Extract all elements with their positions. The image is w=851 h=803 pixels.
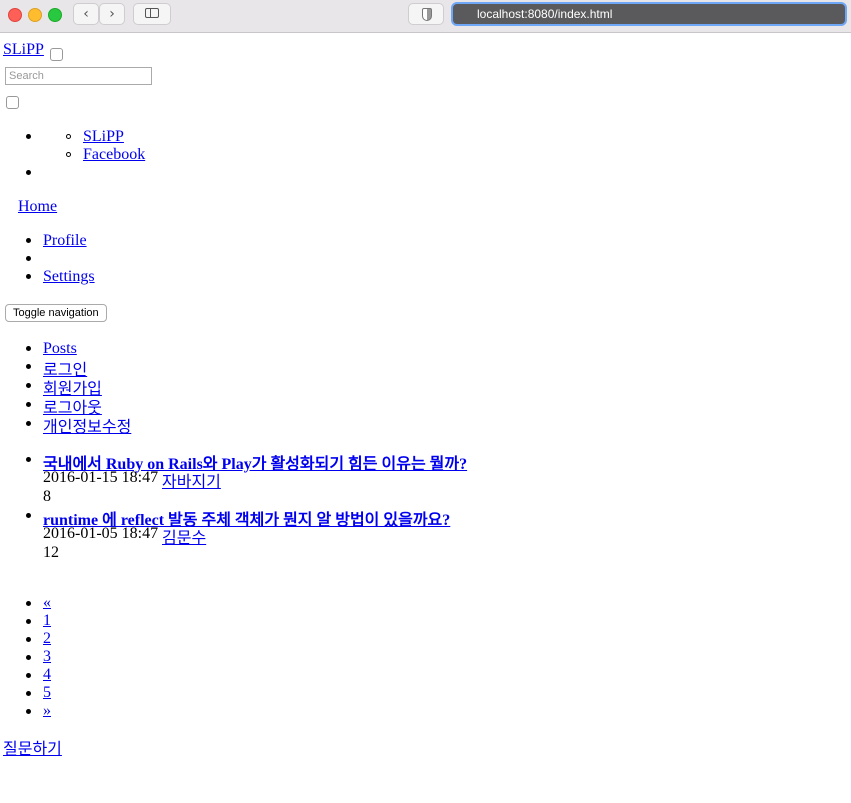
list-bullet bbox=[26, 402, 31, 407]
list-bullet bbox=[26, 134, 31, 139]
list-bullet bbox=[26, 513, 31, 518]
minimize-window-button[interactable] bbox=[28, 8, 42, 22]
pagination-page-2[interactable]: 2 bbox=[43, 630, 51, 648]
list-bullet bbox=[26, 346, 31, 351]
pagination-page-4[interactable]: 4 bbox=[43, 666, 51, 684]
home-link[interactable]: Home bbox=[18, 198, 57, 216]
browser-toolbar: ‹ › localhost:8080/index.html bbox=[0, 0, 851, 33]
post-date: 2016-01-05 18:47 bbox=[43, 525, 159, 542]
shield-icon bbox=[422, 8, 432, 21]
search-input[interactable] bbox=[5, 67, 152, 85]
pagination-next[interactable]: » bbox=[43, 702, 51, 720]
list-bullet bbox=[26, 709, 31, 714]
list-bullet bbox=[66, 134, 71, 139]
post-author-link[interactable]: 김문수 bbox=[162, 524, 206, 548]
chevron-left-icon: ‹ bbox=[83, 6, 89, 22]
forward-button[interactable]: › bbox=[99, 3, 125, 25]
pagination-page-1[interactable]: 1 bbox=[43, 612, 51, 630]
nav-edit-profile[interactable]: 개인정보수정 bbox=[43, 413, 131, 437]
url-text: localhost:8080/index.html bbox=[477, 7, 613, 21]
submenu-item-slipp[interactable]: SLiPP bbox=[83, 128, 124, 146]
list-bullet bbox=[26, 256, 31, 261]
zoom-window-button[interactable] bbox=[48, 8, 62, 22]
close-window-button[interactable] bbox=[8, 8, 22, 22]
ask-question-link[interactable]: 질문하기 bbox=[3, 735, 62, 759]
list-bullet bbox=[26, 691, 31, 696]
toggle-navigation-button[interactable]: Toggle navigation bbox=[5, 304, 107, 322]
brand-link[interactable]: SLiPP bbox=[3, 41, 44, 59]
list-bullet bbox=[26, 170, 31, 175]
list-bullet bbox=[26, 637, 31, 642]
profile-link[interactable]: Profile bbox=[43, 232, 87, 250]
pagination-page-5[interactable]: 5 bbox=[43, 684, 51, 702]
submenu-item-facebook[interactable]: Facebook bbox=[83, 146, 145, 164]
search-checkbox[interactable] bbox=[6, 96, 19, 109]
list-bullet bbox=[66, 152, 71, 157]
pagination-page-3[interactable]: 3 bbox=[43, 648, 51, 666]
list-bullet bbox=[26, 364, 31, 369]
list-bullet bbox=[26, 601, 31, 606]
address-bar[interactable]: localhost:8080/index.html bbox=[451, 2, 847, 26]
list-bullet bbox=[26, 619, 31, 624]
chevron-right-icon: › bbox=[109, 6, 115, 22]
post-author-link[interactable]: 자바지기 bbox=[162, 468, 221, 492]
list-bullet bbox=[26, 421, 31, 426]
list-bullet bbox=[26, 274, 31, 279]
navbar-checkbox[interactable] bbox=[50, 48, 63, 61]
sidebar-icon bbox=[145, 8, 159, 18]
list-bullet bbox=[26, 673, 31, 678]
sidebar-button[interactable] bbox=[133, 3, 171, 25]
pagination-prev[interactable]: « bbox=[43, 594, 51, 612]
list-bullet bbox=[26, 238, 31, 243]
settings-link[interactable]: Settings bbox=[43, 268, 95, 286]
list-bullet bbox=[26, 383, 31, 388]
list-bullet bbox=[26, 655, 31, 660]
post-date: 2016-01-15 18:47 bbox=[43, 469, 159, 486]
post-answer-count: 12 bbox=[43, 544, 59, 561]
back-button[interactable]: ‹ bbox=[73, 3, 99, 25]
list-bullet bbox=[26, 457, 31, 462]
privacy-report-button[interactable] bbox=[408, 3, 444, 25]
post-answer-count: 8 bbox=[43, 488, 51, 505]
